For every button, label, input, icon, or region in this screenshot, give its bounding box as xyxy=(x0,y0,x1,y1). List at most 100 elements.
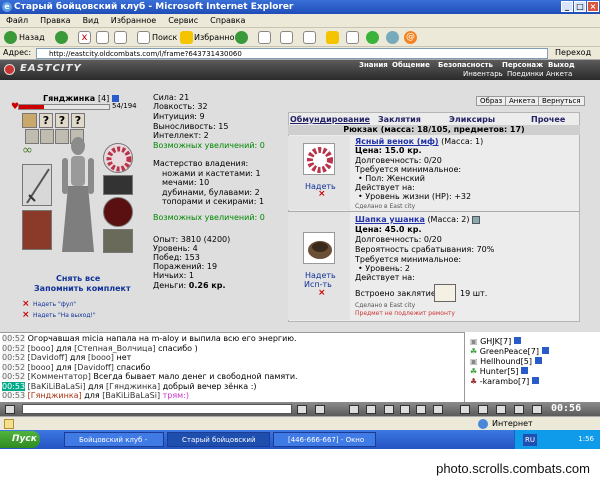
chat-time[interactable]: 00:52 xyxy=(2,362,26,372)
nav-profile[interactable]: Анкета xyxy=(546,70,572,78)
menu-view[interactable]: Вид xyxy=(77,14,105,25)
edit-icon[interactable] xyxy=(303,31,316,44)
settings-icon[interactable] xyxy=(460,405,470,414)
chat-recipient[interactable]: [booo] xyxy=(88,353,114,362)
forward-arrow-icon[interactable] xyxy=(55,31,68,44)
stop-icon[interactable]: x xyxy=(78,31,91,44)
wreath-slot[interactable] xyxy=(103,143,133,173)
home-icon[interactable] xyxy=(114,31,127,44)
online-user[interactable]: ▣ Hellhound[5] xyxy=(470,357,542,366)
chat-sender[interactable]: [BaKiLiBaLaSi] xyxy=(28,382,86,391)
menu-tools[interactable]: Сервис xyxy=(162,14,204,25)
item-name[interactable]: Шапка ушанка xyxy=(355,215,425,224)
chat-input[interactable] xyxy=(22,404,292,414)
chat-sender[interactable]: [Davidoff] xyxy=(28,353,68,362)
scroll-spell-icon[interactable] xyxy=(434,284,456,302)
favorites-button[interactable]: Избранное xyxy=(194,30,239,45)
back-to-room-button[interactable]: Вернуться xyxy=(538,96,585,106)
ring-slot[interactable] xyxy=(22,113,37,128)
profile-button[interactable]: Анкета xyxy=(505,96,540,106)
search-button[interactable]: Поиск xyxy=(152,30,177,45)
chat-sender[interactable]: [booo] xyxy=(28,344,54,353)
chat-recipient[interactable]: [Степная_Волчица] xyxy=(74,344,155,353)
report-icon[interactable] xyxy=(478,405,488,414)
refresh-chat-icon[interactable] xyxy=(416,405,426,414)
mastery-increase[interactable]: Возможных увеличений: 0 xyxy=(153,213,265,222)
chat-recipient[interactable]: [Гянджинка] xyxy=(106,382,160,391)
tab-equipment[interactable]: Обмундирование xyxy=(290,115,370,124)
nav-character[interactable]: Персонаж xyxy=(502,61,543,69)
online-user[interactable]: ♣ -karambo[7] xyxy=(470,377,539,386)
menu-edit[interactable]: Правка xyxy=(34,14,76,25)
boots-slot[interactable] xyxy=(103,229,133,253)
smiles-icon[interactable] xyxy=(384,405,394,414)
filter-icon[interactable] xyxy=(349,405,359,414)
nav-security[interactable]: Безопасность xyxy=(438,61,493,69)
task-button-ie-1[interactable]: Бойцовский клуб - Micr... xyxy=(64,432,164,459)
info-icon[interactable] xyxy=(513,337,521,344)
remember-set-link[interactable]: Запомнить комплект xyxy=(34,284,131,293)
send-icon[interactable] xyxy=(297,405,307,414)
chat-mode-icon[interactable] xyxy=(5,405,15,414)
back-arrow-icon[interactable] xyxy=(4,31,17,44)
item-name[interactable]: Ясный венок (мф) xyxy=(355,137,439,146)
nav-communication[interactable]: Общение xyxy=(392,61,430,69)
info-icon[interactable] xyxy=(541,347,549,354)
chat-time[interactable]: 00:52 xyxy=(2,353,26,362)
wear-set-ful-link[interactable]: Надеть "фул" xyxy=(33,301,76,308)
menu-help[interactable]: Справка xyxy=(204,14,251,25)
task-button-chat[interactable]: [446-666-667] - Окно со... xyxy=(273,432,376,459)
sound-icon[interactable] xyxy=(400,405,410,414)
chat-time[interactable]: 00:52 xyxy=(2,343,26,353)
menu-file[interactable]: Файл xyxy=(0,14,34,25)
empty-slot-question-icon[interactable]: ? xyxy=(39,113,53,128)
messenger-icon[interactable] xyxy=(346,31,359,44)
folder-icon[interactable] xyxy=(326,31,339,44)
online-user[interactable]: ☘ Hunter[5] xyxy=(470,367,529,376)
nav-inventory[interactable]: Инвентарь xyxy=(463,70,503,78)
nav-battles[interactable]: Поединки xyxy=(507,70,544,78)
drop-item-icon[interactable]: × xyxy=(318,288,326,298)
chat-recipient[interactable]: [BaKiLiBaLaSi] xyxy=(102,391,160,400)
media-icon[interactable] xyxy=(235,31,248,44)
minimize-button[interactable]: _ xyxy=(561,1,573,12)
back-button[interactable]: Назад xyxy=(19,30,45,45)
chat-sender[interactable]: [booo] xyxy=(28,363,54,372)
maximize-button[interactable]: □ xyxy=(574,1,586,12)
clear-icon[interactable] xyxy=(315,405,325,414)
print-icon[interactable] xyxy=(280,31,293,44)
delete-set-icon[interactable]: × xyxy=(22,310,30,320)
info-icon[interactable] xyxy=(534,357,542,364)
task-button-ie-2[interactable]: Старый бойцовский клуб... xyxy=(167,432,270,459)
unequip-all-link[interactable]: Снять все xyxy=(56,274,100,283)
address-input[interactable]: http://eastcity.oldcombats.com/l/frame?6… xyxy=(36,48,548,59)
empty-slot-question-icon[interactable]: ? xyxy=(55,113,69,128)
favorites-star-icon[interactable] xyxy=(180,31,193,44)
pause-icon[interactable] xyxy=(532,405,542,414)
ring-slot[interactable] xyxy=(25,129,39,144)
online-user[interactable]: ▣ GHJK[7] xyxy=(470,337,521,346)
info-icon[interactable] xyxy=(112,95,120,102)
help-icon[interactable] xyxy=(514,405,524,414)
private-icon[interactable] xyxy=(433,405,443,414)
delete-set-icon[interactable]: × xyxy=(22,299,30,309)
chat-time[interactable]: 00:52 xyxy=(2,372,26,381)
globe-icon[interactable] xyxy=(386,31,399,44)
online-user[interactable]: ☘ GreenPeace[7] xyxy=(470,347,549,356)
start-button[interactable]: Пуск xyxy=(0,431,40,448)
menu-favorites[interactable]: Избранное xyxy=(105,14,162,25)
translit-icon[interactable] xyxy=(366,405,376,414)
exit-chat-icon[interactable] xyxy=(496,405,506,414)
shield-slot[interactable] xyxy=(103,197,133,227)
chat-time[interactable]: 00:53 xyxy=(2,391,26,400)
ring-slot[interactable] xyxy=(40,129,54,144)
nav-exit[interactable]: Выход xyxy=(548,61,575,69)
lang-indicator[interactable]: RU xyxy=(523,434,537,446)
info-icon[interactable] xyxy=(531,377,539,384)
stat-increase[interactable]: Возможных увеличений: 0 xyxy=(153,141,265,150)
character-name[interactable]: Гянджинка [4] xyxy=(43,94,120,103)
tab-other[interactable]: Прочее xyxy=(531,115,565,124)
chat-recipient[interactable]: [Davidoff] xyxy=(74,363,114,372)
chat-time[interactable]: 00:52 xyxy=(2,334,26,343)
icq-flower-icon[interactable] xyxy=(366,31,379,44)
